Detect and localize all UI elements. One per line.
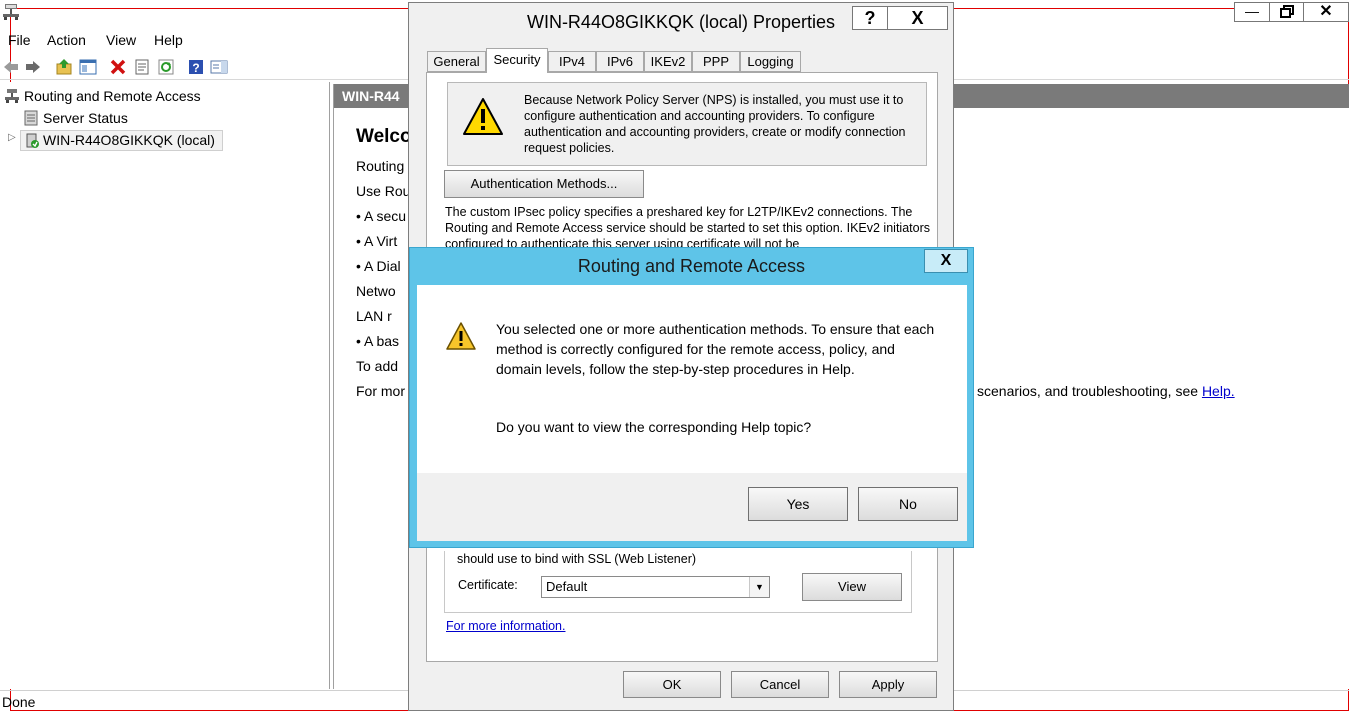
tab-ipv6[interactable]: IPv6 (596, 51, 644, 72)
view-certificate-button[interactable]: View (802, 573, 902, 601)
tab-ipv4[interactable]: IPv4 (548, 51, 596, 72)
expand-chevron-icon[interactable]: ▷ (8, 132, 16, 143)
welcome-help-line: scenarios, and troubleshooting, see Help… (977, 383, 1235, 399)
message-footer: Yes No (417, 473, 967, 541)
welcome-help-text: scenarios, and troubleshooting, see (977, 383, 1202, 399)
minimize-button[interactable]: — (1234, 2, 1270, 22)
ssl-binding-text: should use to bind with SSL (Web Listene… (457, 552, 697, 566)
help-icon[interactable]: ? (187, 58, 205, 76)
back-arrow-icon[interactable] (2, 58, 20, 76)
tree-item-server-label: WIN-R44O8GIKKQK (local) (43, 132, 215, 148)
warning-icon (463, 98, 503, 135)
welcome-bullet: • A secu (356, 208, 407, 224)
properties-help-button[interactable]: ? (852, 6, 888, 30)
message-body: You selected one or more authentication … (417, 285, 967, 473)
menu-file[interactable]: File (8, 32, 31, 48)
nps-notice-text: Because Network Policy Server (NPS) is i… (524, 93, 906, 155)
tree-item-server-status[interactable]: Server Status (43, 110, 128, 126)
properties-icon[interactable] (133, 58, 151, 76)
ssl-certificate-group: should use to bind with SSL (Web Listene… (444, 551, 912, 613)
tab-ppp[interactable]: PPP (692, 51, 740, 72)
welcome-line: Routing (356, 158, 405, 174)
apply-button[interactable]: Apply (839, 671, 937, 698)
server-status-icon (24, 110, 38, 126)
restore-icon (1280, 5, 1294, 18)
question-icon: ? (864, 8, 876, 28)
menu-help[interactable]: Help (154, 32, 183, 48)
ipsec-info-text: The custom IPsec policy specifies a pres… (445, 205, 930, 250)
cancel-button[interactable]: Cancel (731, 671, 829, 698)
restore-button[interactable] (1270, 2, 1304, 22)
close-icon: X (911, 8, 924, 28)
message-dialog-title: Routing and Remote Access (577, 256, 806, 276)
routing-root-icon (5, 89, 19, 103)
authentication-methods-button[interactable]: Authentication Methods... (444, 170, 644, 198)
welcome-line: For mor (356, 383, 405, 399)
routing-app-icon (3, 4, 19, 20)
tab-logging[interactable]: Logging (740, 51, 801, 72)
message-text: You selected one or more authentication … (496, 321, 935, 377)
delete-icon[interactable] (109, 58, 127, 76)
up-folder-icon[interactable] (55, 58, 73, 76)
certificate-label: Certificate: (458, 578, 518, 592)
nps-notice-box: Because Network Policy Server (NPS) is i… (447, 82, 927, 166)
close-icon: ✕ (1319, 3, 1333, 20)
welcome-bullet: • A bas (356, 333, 400, 349)
welcome-bullet: • A Virt (356, 233, 398, 249)
tab-general[interactable]: General (427, 51, 486, 72)
server-icon (26, 133, 39, 148)
routing-message-dialog: Routing and Remote Access X You selected… (409, 247, 974, 548)
welcome-line: LAN r (356, 308, 392, 324)
tree-root-routing[interactable]: Routing and Remote Access (24, 88, 201, 104)
certificate-value: Default (546, 579, 588, 594)
welcome-line: Use Rou (356, 183, 411, 199)
minimize-icon: — (1245, 3, 1259, 19)
welcome-line: To add (356, 358, 399, 374)
message-close-button[interactable]: X (924, 249, 968, 273)
tab-ikev2[interactable]: IKEv2 (644, 51, 692, 72)
show-hide-tree-icon[interactable] (79, 58, 97, 76)
certificate-select[interactable]: Default ▼ (541, 576, 770, 598)
more-information-link[interactable]: For more information. (446, 619, 565, 633)
properties-close-button[interactable]: X (888, 6, 948, 30)
welcome-bullet: • A Dial (356, 258, 401, 274)
dropdown-arrow-icon[interactable]: ▼ (749, 577, 769, 597)
no-button[interactable]: No (858, 487, 958, 521)
menu-action[interactable]: Action (47, 32, 86, 48)
close-icon: X (940, 252, 952, 269)
menu-view[interactable]: View (106, 32, 136, 48)
message-question: Do you want to view the corresponding He… (496, 419, 812, 435)
help-link[interactable]: Help. (1202, 383, 1235, 399)
svg-text:?: ? (192, 61, 199, 75)
ok-button[interactable]: OK (623, 671, 721, 698)
welcome-line: Netwo (356, 283, 396, 299)
welcome-title: Welco (356, 126, 412, 147)
forward-arrow-icon[interactable] (24, 58, 42, 76)
yes-button[interactable]: Yes (748, 487, 848, 521)
warning-icon (446, 322, 476, 350)
window-close-button[interactable]: ✕ (1304, 2, 1349, 22)
tree-item-server-selected[interactable]: WIN-R44O8GIKKQK (local) (20, 130, 223, 151)
action-pane-icon[interactable] (210, 58, 228, 76)
console-tree-pane: Routing and Remote Access Server Status … (0, 82, 330, 689)
status-text: Done (2, 694, 36, 710)
tab-security[interactable]: Security (486, 48, 548, 73)
refresh-icon[interactable] (157, 58, 175, 76)
